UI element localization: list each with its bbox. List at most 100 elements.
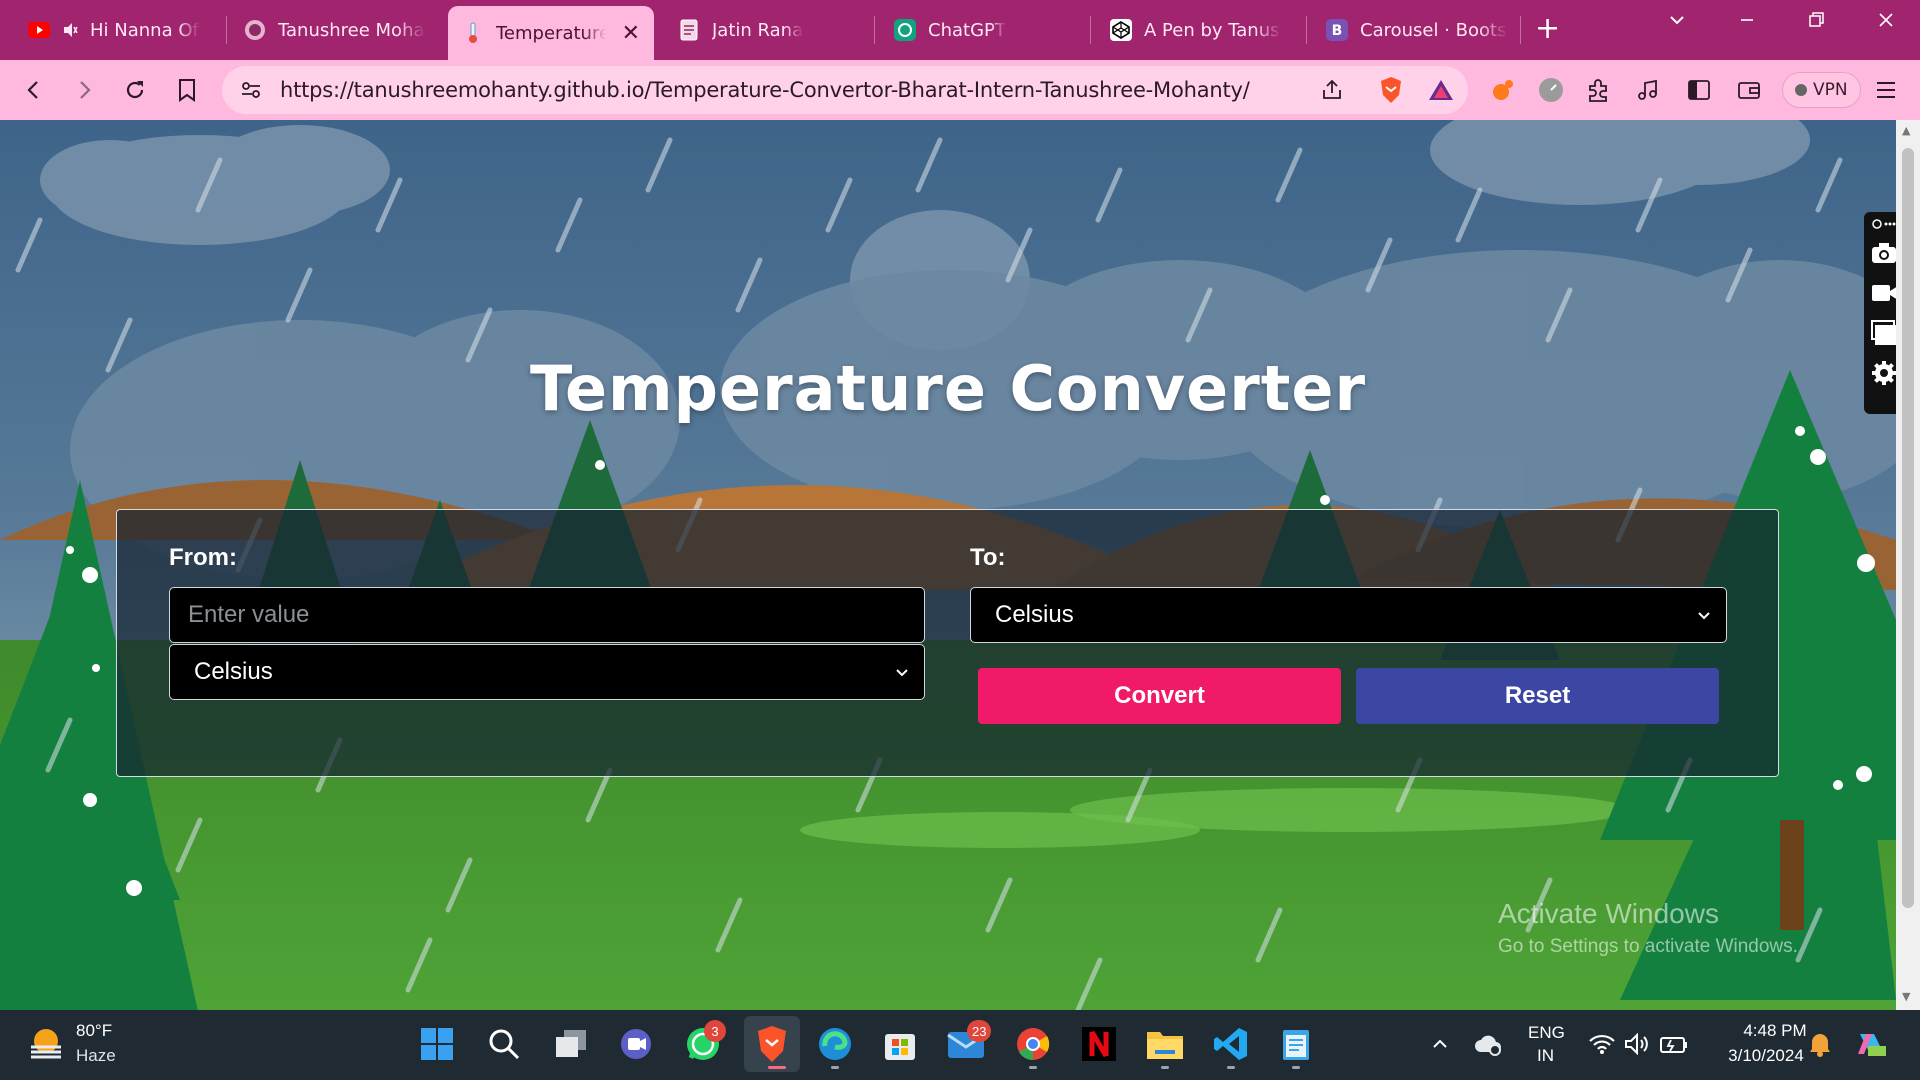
globe-icon bbox=[244, 19, 266, 41]
tab-divider bbox=[874, 16, 875, 44]
from-unit-select[interactable]: Celsius bbox=[169, 644, 925, 700]
scrollbar-thumb[interactable] bbox=[1902, 148, 1914, 908]
notepad-running-indicator bbox=[1292, 1066, 1300, 1069]
microsoft-store-icon[interactable] bbox=[880, 1024, 920, 1064]
tab-search-chevron-icon[interactable] bbox=[1667, 10, 1687, 36]
page-scrollbar[interactable]: ▲ ▼ bbox=[1896, 120, 1920, 1010]
tab-jatin[interactable]: Jatin Rana bbox=[664, 6, 864, 54]
from-unit-value: Celsius bbox=[194, 658, 273, 685]
reset-button[interactable]: Reset bbox=[1356, 668, 1719, 724]
codepen-icon bbox=[1110, 19, 1132, 41]
close-tab-icon[interactable]: ✕ bbox=[622, 21, 640, 46]
bootstrap-icon: B bbox=[1326, 19, 1348, 41]
brave-shields-icon[interactable] bbox=[1378, 76, 1404, 108]
wallet-icon[interactable] bbox=[1733, 74, 1765, 106]
netflix-icon[interactable] bbox=[1079, 1024, 1119, 1064]
task-view-icon[interactable] bbox=[551, 1024, 591, 1064]
video-record-icon[interactable] bbox=[1871, 280, 1898, 306]
tab-bootstrap[interactable]: B Carousel · Bootstra bbox=[1312, 6, 1522, 54]
thermometer-icon bbox=[462, 22, 484, 44]
bookmark-button[interactable] bbox=[171, 74, 203, 106]
file-explorer-icon[interactable] bbox=[1145, 1024, 1185, 1064]
close-window-button[interactable] bbox=[1876, 10, 1896, 36]
settings-gear-icon[interactable] bbox=[1871, 360, 1897, 386]
watermark-title: Activate Windows bbox=[1498, 898, 1719, 929]
speed-extension-icon[interactable] bbox=[1535, 74, 1567, 106]
edge-icon[interactable] bbox=[815, 1024, 855, 1064]
weather-sun-haze-icon[interactable] bbox=[26, 1024, 66, 1064]
windows-start-icon[interactable] bbox=[417, 1024, 457, 1064]
notification-bell-icon[interactable] bbox=[1800, 1024, 1840, 1064]
tab-temperature[interactable]: Temperature C ✕ bbox=[448, 6, 654, 60]
document-icon bbox=[678, 19, 700, 41]
chatgpt-icon bbox=[894, 19, 916, 41]
tab-label: ChatGPT bbox=[928, 19, 1006, 41]
tab-divider bbox=[1520, 16, 1521, 44]
youtube-icon bbox=[28, 19, 50, 41]
tab-divider bbox=[1306, 16, 1307, 44]
converter-panel bbox=[116, 509, 1779, 777]
tab-label: A Pen by Tanushre bbox=[1144, 19, 1282, 41]
show-hidden-icons-chevron[interactable] bbox=[1420, 1024, 1460, 1064]
tab-codepen[interactable]: A Pen by Tanushre bbox=[1096, 6, 1296, 54]
convert-button[interactable]: Convert bbox=[978, 668, 1341, 724]
address-bar[interactable]: https://tanushreemohanty.github.io/Tempe… bbox=[222, 66, 1468, 114]
browser-toolbar: https://tanushreemohanty.github.io/Tempe… bbox=[0, 60, 1920, 120]
mail-badge: 23 bbox=[967, 1020, 992, 1042]
url-text: https://tanushreemohanty.github.io/Tempe… bbox=[280, 78, 1250, 102]
to-unit-value: Celsius bbox=[995, 601, 1074, 628]
watermark-subtitle: Go to Settings to activate Windows. bbox=[1498, 936, 1798, 957]
brave-rewards-icon[interactable] bbox=[1428, 78, 1454, 106]
battery-icon[interactable] bbox=[1654, 1024, 1694, 1064]
vscode-icon[interactable] bbox=[1211, 1024, 1251, 1064]
menu-icon[interactable] bbox=[1870, 74, 1902, 106]
tab-tanushree[interactable]: Tanushree Mohant bbox=[230, 6, 440, 54]
tab-label: Temperature C bbox=[496, 22, 606, 44]
scroll-down-arrow-icon[interactable]: ▼ bbox=[1902, 990, 1910, 1003]
vscode-running-indicator bbox=[1227, 1066, 1235, 1069]
media-controls-icon[interactable] bbox=[1632, 74, 1664, 106]
back-button[interactable] bbox=[18, 74, 50, 106]
tab-label: Tanushree Mohant bbox=[278, 19, 426, 41]
onedrive-cloud-icon[interactable] bbox=[1468, 1024, 1508, 1064]
sidebar-toggle-icon[interactable] bbox=[1683, 74, 1715, 106]
reload-button[interactable] bbox=[119, 74, 151, 106]
teams-chat-icon[interactable] bbox=[616, 1024, 656, 1064]
site-settings-icon[interactable] bbox=[240, 79, 262, 105]
notepad-icon[interactable] bbox=[1276, 1024, 1316, 1064]
window-capture-icon[interactable] bbox=[1871, 320, 1897, 346]
wifi-icon[interactable] bbox=[1582, 1024, 1622, 1064]
share-icon[interactable] bbox=[1320, 78, 1344, 106]
language-code[interactable]: ENG bbox=[1528, 1023, 1565, 1043]
speaker-muted-icon[interactable] bbox=[62, 19, 78, 41]
vpn-label: VPN bbox=[1813, 80, 1848, 100]
forward-button[interactable] bbox=[68, 74, 100, 106]
vpn-button[interactable]: VPN bbox=[1782, 72, 1861, 108]
edge-running-indicator bbox=[831, 1066, 839, 1069]
camera-icon[interactable] bbox=[1871, 240, 1897, 266]
minimize-button[interactable] bbox=[1737, 10, 1757, 36]
restore-button[interactable] bbox=[1806, 10, 1826, 36]
extensions-puzzle-icon[interactable] bbox=[1582, 74, 1614, 106]
brave-browser-icon[interactable] bbox=[744, 1016, 800, 1072]
new-tab-button[interactable]: + bbox=[1535, 14, 1560, 44]
widget-grip-icon[interactable] bbox=[1871, 216, 1897, 234]
tab-chatgpt[interactable]: ChatGPT bbox=[880, 6, 1080, 54]
weather-temp: 80°F bbox=[76, 1021, 113, 1040]
to-unit-select[interactable]: Celsius bbox=[970, 587, 1727, 643]
language-region: IN bbox=[1537, 1046, 1554, 1065]
page-title: Temperature Converter bbox=[529, 352, 1367, 425]
value-input[interactable] bbox=[169, 587, 925, 643]
volume-icon[interactable] bbox=[1618, 1024, 1658, 1064]
extension-orange-icon[interactable] bbox=[1487, 74, 1519, 106]
chrome-icon[interactable] bbox=[1013, 1024, 1053, 1064]
search-icon[interactable] bbox=[484, 1024, 524, 1064]
bootstrap-letter: B bbox=[1332, 23, 1343, 39]
scroll-up-arrow-icon[interactable]: ▲ bbox=[1902, 124, 1910, 137]
tab-youtube[interactable]: Hi Nanna Offic bbox=[14, 6, 214, 54]
value-input-field[interactable] bbox=[188, 601, 906, 629]
chrome-running-indicator bbox=[1029, 1066, 1037, 1069]
chevron-down-icon bbox=[1694, 604, 1714, 632]
copilot-icon[interactable] bbox=[1852, 1024, 1892, 1064]
brave-running-indicator bbox=[768, 1066, 786, 1069]
